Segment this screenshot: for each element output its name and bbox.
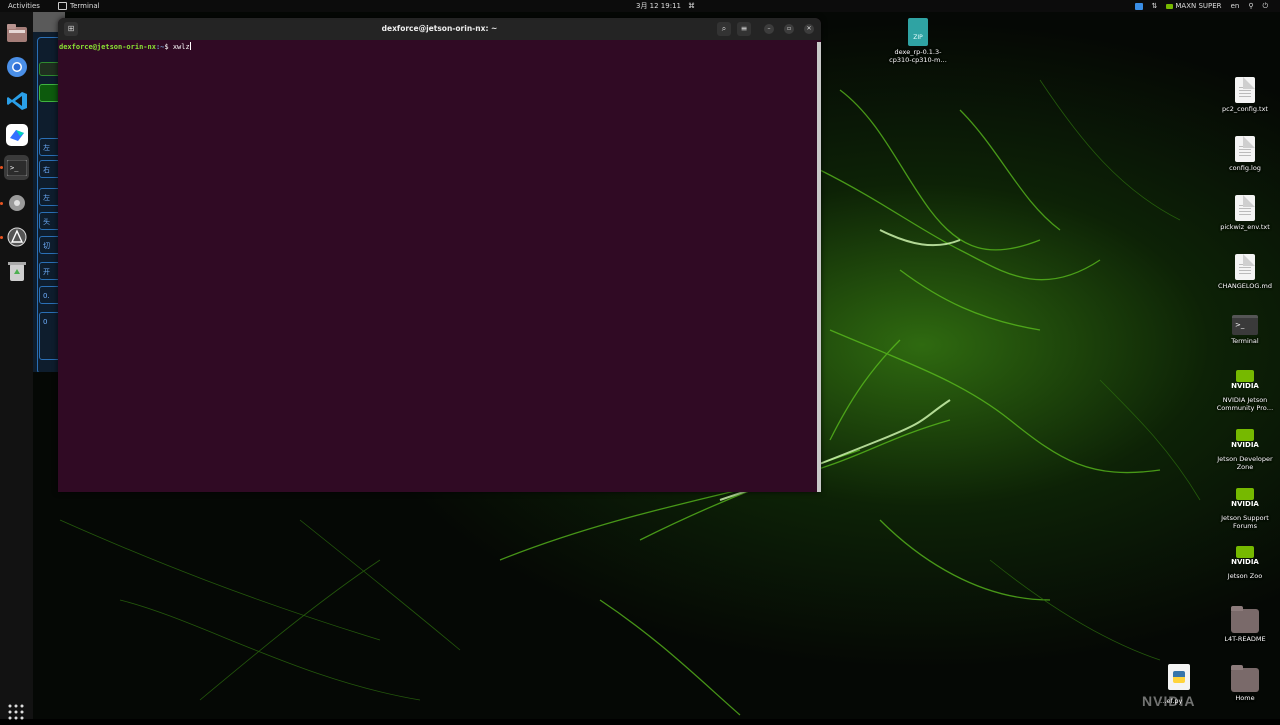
python-file-icon[interactable] [1168, 664, 1190, 690]
maximize-icon: ▫ [786, 25, 792, 32]
desktop-icon-file[interactable]: pickwiz_env.txt [1213, 195, 1277, 231]
desktop-icon-label: …ef.py [1160, 697, 1183, 705]
tray-app-icon[interactable] [1134, 2, 1143, 10]
desktop-icon-link[interactable]: NVIDIA Jetson Developer Zone [1213, 429, 1277, 471]
text-file-icon [1235, 195, 1255, 221]
desktop-icon-label: Home [1235, 694, 1255, 702]
dock-vscode[interactable] [4, 88, 29, 113]
desktop-icon-label: config.log [1229, 164, 1261, 172]
dock-settings[interactable] [4, 190, 29, 215]
desktop-icon-zip[interactable]: ZIP dexe_rp-0.1.3-cp310-cp310-m… [886, 18, 950, 64]
vscode-icon [6, 91, 27, 110]
close-button[interactable]: ✕ [804, 24, 814, 34]
search-button[interactable]: ⌕ [717, 22, 731, 36]
top-bar: Activities Terminal 3月 12 19:11 ⌘ ⇅ MAXN… [0, 0, 1280, 12]
search-icon: ⌕ [721, 24, 727, 33]
terminal-scrollbar[interactable] [817, 42, 821, 492]
running-indicator [0, 202, 3, 205]
desktop-icon-file[interactable]: pc2_config.txt [1213, 77, 1277, 113]
menu-button[interactable]: ≡ [737, 22, 751, 36]
command-input[interactable]: xwlz [173, 43, 190, 51]
minimize-button[interactable]: – [764, 24, 774, 34]
files-icon [6, 23, 27, 42]
terminal-icon: >_ [1232, 315, 1258, 335]
svg-text:>_: >_ [10, 164, 19, 172]
desktop-icon-label: Terminal [1231, 337, 1259, 345]
show-apps-icon [8, 704, 24, 720]
text-file-icon [1235, 77, 1255, 103]
notification-icon[interactable]: ⌘ [688, 0, 695, 12]
folder-icon [1231, 606, 1259, 633]
hamburger-icon: ≡ [740, 24, 748, 33]
dock-files[interactable] [4, 20, 29, 45]
input-method[interactable]: en [1231, 0, 1240, 12]
desktop-icon-label: CHANGELOG.md [1218, 282, 1272, 290]
dock: >_ [0, 12, 33, 720]
zip-file-icon: ZIP [908, 18, 928, 46]
clock[interactable]: 3月 12 19:11 [636, 0, 681, 12]
dock-terminal[interactable]: >_ [4, 155, 29, 180]
feishu-icon [5, 123, 28, 146]
desktop-icon-label: Jetson Developer Zone [1217, 455, 1273, 471]
terminal-content[interactable]: dexforce@jetson-orin-nx:~$ xwlz [58, 40, 817, 492]
running-indicator [0, 166, 3, 169]
prompt-symbol: $ [164, 43, 169, 51]
settings-icon [8, 194, 25, 211]
terminal-title: dexforce@jetson-orin-nx: ~ [381, 24, 498, 33]
log-file-icon [1235, 136, 1255, 162]
nvidia-logo-icon: NVIDIA [1231, 429, 1259, 453]
close-icon: ✕ [806, 25, 812, 32]
dock-software-updater[interactable] [4, 224, 29, 249]
desktop-icon-label: Jetson Zoo [1227, 572, 1263, 580]
activities-button[interactable]: Activities [8, 0, 40, 12]
dock-chromium[interactable] [4, 54, 29, 79]
power-icon[interactable]: ⏻ [1262, 0, 1268, 12]
desktop-icon-label: pickwiz_env.txt [1220, 223, 1270, 231]
desktop-icon-home[interactable]: Home [1213, 665, 1277, 702]
nvidia-logo-icon: NVIDIA [1231, 546, 1259, 570]
terminal-icon [58, 2, 67, 10]
text-cursor [189, 42, 191, 50]
desktop-icon-label: L4T-README [1224, 635, 1266, 643]
desktop-icon-link[interactable]: NVIDIA Jetson Support Forums [1213, 488, 1277, 530]
software-updater-icon [7, 227, 26, 246]
desktop-icon-label: pc2_config.txt [1222, 105, 1268, 113]
terminal-window[interactable]: ⊞ dexforce@jetson-orin-nx: ~ ⌕ ≡ – ▫ ✕ d… [58, 18, 821, 492]
power-mode[interactable]: MAXN SUPER [1166, 0, 1222, 12]
home-folder-icon [1231, 665, 1259, 692]
network-status-icon[interactable]: ⚲ [1248, 0, 1253, 12]
markdown-file-icon [1235, 254, 1255, 280]
desktop-icon-label: NVIDIA Jetson Community Pro… [1216, 396, 1274, 412]
desktop-icon-link[interactable]: NVIDIA Jetson Zoo [1213, 546, 1277, 580]
nvidia-logo-icon: NVIDIA [1231, 488, 1259, 512]
prompt-user: dexforce@jetson-orin-nx [59, 43, 156, 51]
terminal-icon: >_ [6, 159, 27, 176]
power-mode-label: MAXN SUPER [1175, 2, 1222, 10]
desktop-icon-link[interactable]: NVIDIA NVIDIA Jetson Community Pro… [1213, 370, 1277, 412]
maximize-button[interactable]: ▫ [784, 24, 794, 34]
network-icon[interactable]: ⇅ [1152, 0, 1158, 12]
running-indicator [0, 236, 3, 239]
chromium-icon [6, 56, 27, 77]
desktop-icon-terminal[interactable]: >_ Terminal [1213, 315, 1277, 345]
show-apps-button[interactable] [7, 703, 25, 725]
nvidia-logo-icon: NVIDIA [1231, 370, 1259, 394]
desktop-icon-file[interactable]: CHANGELOG.md [1213, 254, 1277, 290]
minimize-icon: – [767, 25, 771, 32]
system-tray[interactable]: ⇅ MAXN SUPER en ⚲ ⏻ [1134, 0, 1268, 12]
nvidia-icon [1166, 3, 1174, 9]
desktop-icon-label: dexe_rp-0.1.3-cp310-cp310-m… [889, 48, 947, 64]
dock-trash[interactable] [4, 258, 29, 283]
dock-feishu[interactable] [4, 122, 29, 147]
desktop-icon-file[interactable]: config.log [1213, 136, 1277, 172]
app-menu-label: Terminal [70, 2, 100, 10]
desktop-icon-folder[interactable]: L4T-README [1213, 606, 1277, 643]
desktop-icon-label: Jetson Support Forums [1221, 514, 1269, 530]
app-menu[interactable]: Terminal [58, 0, 100, 12]
trash-icon [7, 261, 26, 281]
terminal-headerbar[interactable]: ⊞ dexforce@jetson-orin-nx: ~ ⌕ ≡ – ▫ ✕ [58, 18, 821, 40]
